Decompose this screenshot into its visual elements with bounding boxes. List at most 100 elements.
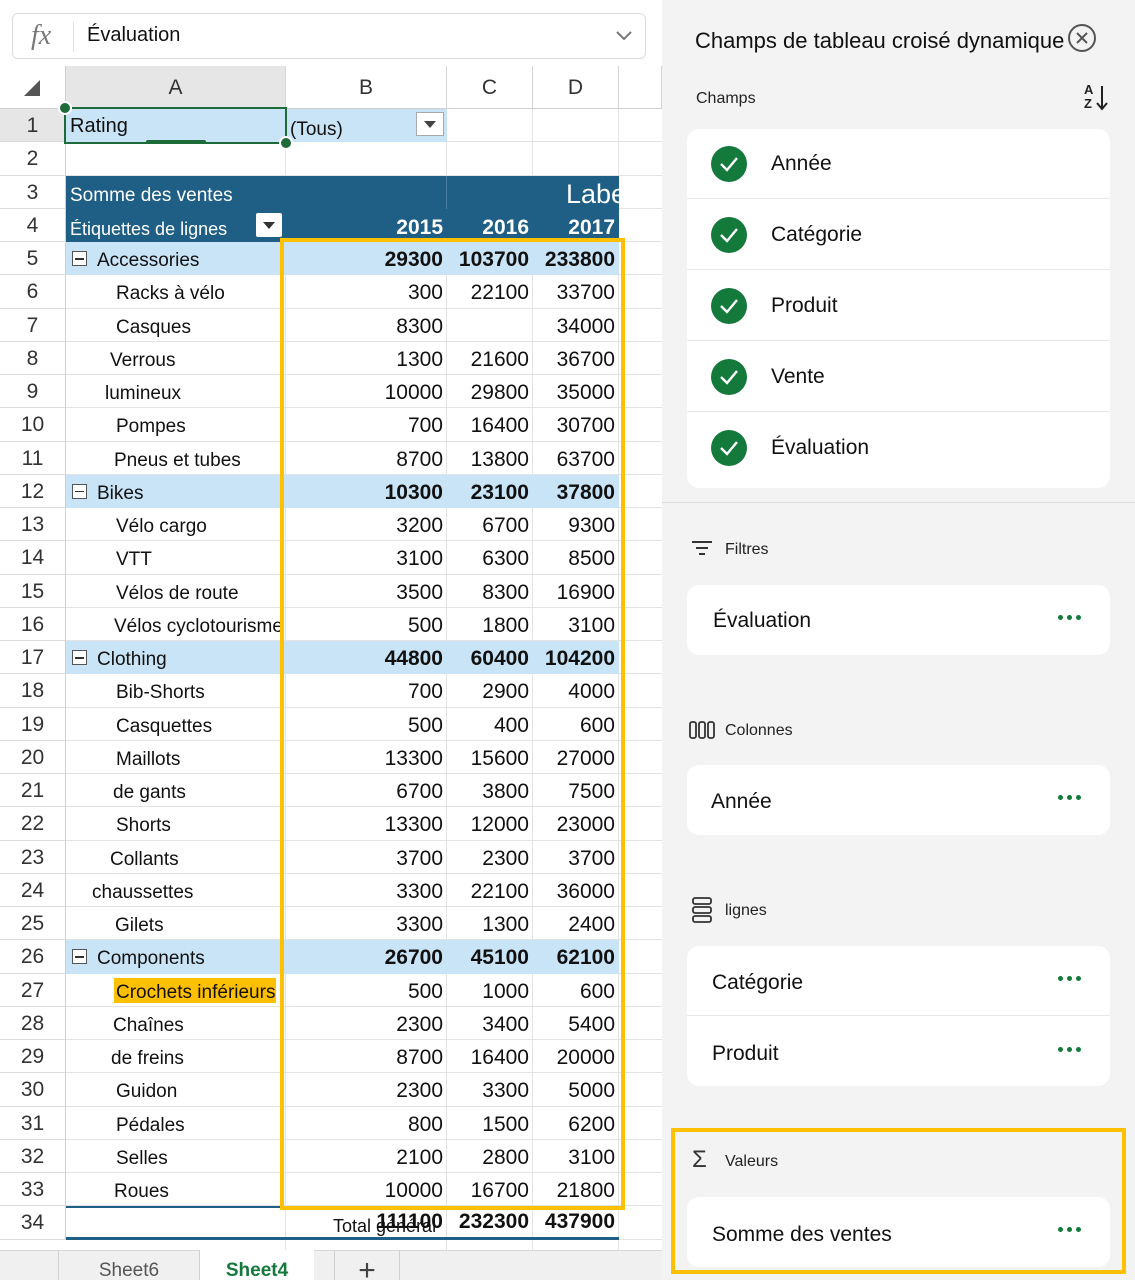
checkmark-icon[interactable]	[711, 430, 747, 466]
product-label[interactable]: Pneus et tubes	[114, 450, 241, 472]
product-label[interactable]: Casquettes	[116, 716, 212, 738]
product-label[interactable]: Pédales	[116, 1115, 185, 1137]
product-label[interactable]: chaussettes	[92, 882, 193, 904]
product-label[interactable]: lumineux	[105, 383, 181, 405]
row-header-22[interactable]: 22	[0, 807, 66, 841]
row-header-3[interactable]: 3	[0, 175, 66, 209]
selection-handle-bottom-right[interactable]	[279, 136, 293, 151]
row-header-24[interactable]: 24	[0, 873, 66, 907]
row-header-25[interactable]: 25	[0, 907, 66, 941]
product-label[interactable]: de gants	[113, 782, 186, 804]
close-icon[interactable]	[1066, 22, 1098, 54]
product-label[interactable]: VTT	[116, 549, 152, 571]
category-label[interactable]: Components	[97, 948, 205, 970]
row-header-8[interactable]: 8	[0, 341, 66, 375]
row-header-14[interactable]: 14	[0, 541, 66, 575]
rows-field-item[interactable]: Produit	[687, 1017, 1110, 1087]
product-label[interactable]: Bib-Shorts	[116, 682, 205, 704]
row-header-16[interactable]: 16	[0, 607, 66, 641]
filter-value-cell[interactable]: (Tous)	[290, 119, 343, 141]
row-header-32[interactable]: 32	[0, 1139, 66, 1173]
product-label[interactable]: Casques	[116, 317, 191, 339]
total-value-cell[interactable]: 232300	[449, 1210, 529, 1234]
rows-field-item[interactable]: Catégorie	[687, 946, 1110, 1016]
total-value-cell[interactable]: 437900	[535, 1210, 615, 1234]
row-header-13[interactable]: 13	[0, 508, 66, 542]
row-header-33[interactable]: 33	[0, 1173, 66, 1207]
column-labels-title[interactable]: Labe	[566, 179, 626, 210]
product-label[interactable]: Shorts	[116, 815, 171, 837]
product-label[interactable]: Vélos cyclotourisme	[114, 616, 283, 638]
column-header-b[interactable]: B	[286, 66, 447, 109]
row-header-7[interactable]: 7	[0, 308, 66, 342]
more-options-icon[interactable]	[1058, 615, 1082, 621]
row-header-5[interactable]: 5	[0, 242, 66, 276]
product-label[interactable]: Chaînes	[113, 1015, 184, 1037]
product-label[interactable]: Vélo cargo	[116, 516, 207, 538]
row-header-18[interactable]: 18	[0, 674, 66, 708]
row-header-34[interactable]: 34	[0, 1206, 66, 1240]
row-header-4[interactable]: 4	[0, 208, 66, 242]
add-sheet-button[interactable]: +	[334, 1251, 400, 1280]
category-label[interactable]: Bikes	[97, 483, 143, 505]
checkmark-icon[interactable]	[711, 359, 747, 395]
product-label[interactable]: Selles	[116, 1148, 168, 1170]
sheet-tab-sheet6[interactable]: Sheet6	[58, 1251, 200, 1280]
column-header-a[interactable]: A	[66, 66, 286, 109]
row-header-30[interactable]: 30	[0, 1073, 66, 1107]
row-header-23[interactable]: 23	[0, 840, 66, 874]
product-label[interactable]: Pompes	[116, 416, 186, 438]
category-label[interactable]: Accessories	[97, 250, 199, 272]
row-header-2[interactable]: 2	[0, 142, 66, 176]
row-header-1[interactable]: 1	[0, 109, 66, 143]
more-options-icon[interactable]	[1058, 1047, 1082, 1053]
worksheet-grid[interactable]: A B C D 1 2 3 4 5 6 7 8 9 10 11 12 13 14 15 16 17 18 19 20 21 22 2…	[0, 0, 662, 1280]
column-header-d[interactable]: D	[533, 66, 619, 109]
product-label[interactable]: Crochets inférieurs	[116, 982, 275, 1004]
row-header-12[interactable]: 12	[0, 474, 66, 508]
checkmark-icon[interactable]	[711, 217, 747, 253]
product-label[interactable]: de freins	[111, 1048, 184, 1070]
row-header-29[interactable]: 29	[0, 1040, 66, 1074]
row-header-31[interactable]: 31	[0, 1106, 66, 1140]
product-label[interactable]: Guidon	[116, 1081, 177, 1103]
sheet-tab-sheet4[interactable]: Sheet4	[200, 1250, 314, 1280]
row-header-17[interactable]: 17	[0, 641, 66, 675]
field-item[interactable]: Vente	[687, 342, 1110, 412]
row-header-15[interactable]: 15	[0, 574, 66, 608]
product-label[interactable]: Maillots	[116, 749, 180, 771]
row-header-26[interactable]: 26	[0, 940, 66, 974]
more-options-icon[interactable]	[1058, 1227, 1082, 1233]
product-label[interactable]: Verrous	[110, 350, 175, 372]
checkmark-icon[interactable]	[711, 288, 747, 324]
more-options-icon[interactable]	[1058, 795, 1082, 801]
row-header-20[interactable]: 20	[0, 740, 66, 774]
column-header-c[interactable]: C	[447, 66, 533, 109]
active-cell-selection[interactable]	[64, 107, 287, 145]
values-field-item[interactable]: Somme des ventes	[687, 1197, 1110, 1267]
product-label[interactable]: Roues	[114, 1181, 169, 1203]
field-item[interactable]: Catégorie	[687, 200, 1110, 270]
product-label[interactable]: Racks à vélo	[116, 283, 225, 305]
row-header-27[interactable]: 27	[0, 973, 66, 1007]
row-header-9[interactable]: 9	[0, 375, 66, 409]
row-header-21[interactable]: 21	[0, 774, 66, 808]
sort-az-icon[interactable]: A Z	[1082, 82, 1110, 114]
checkmark-icon[interactable]	[711, 146, 747, 182]
product-label[interactable]: Vélos de route	[116, 583, 239, 605]
row-header-19[interactable]: 19	[0, 707, 66, 741]
field-item[interactable]: Année	[687, 129, 1110, 199]
selection-handle-top-left[interactable]	[58, 101, 72, 115]
row-header-10[interactable]: 10	[0, 408, 66, 442]
product-label[interactable]: Collants	[110, 849, 179, 871]
field-item[interactable]: Produit	[687, 271, 1110, 341]
product-label[interactable]: Gilets	[115, 915, 164, 937]
filters-field-item[interactable]: Évaluation	[687, 585, 1110, 655]
category-label[interactable]: Clothing	[97, 649, 167, 671]
row-header-28[interactable]: 28	[0, 1006, 66, 1040]
field-item[interactable]: Évaluation	[687, 413, 1110, 483]
row-header-11[interactable]: 11	[0, 441, 66, 475]
row-header-6[interactable]: 6	[0, 275, 66, 309]
more-options-icon[interactable]	[1058, 976, 1082, 982]
columns-field-item[interactable]: Année	[687, 765, 1110, 835]
